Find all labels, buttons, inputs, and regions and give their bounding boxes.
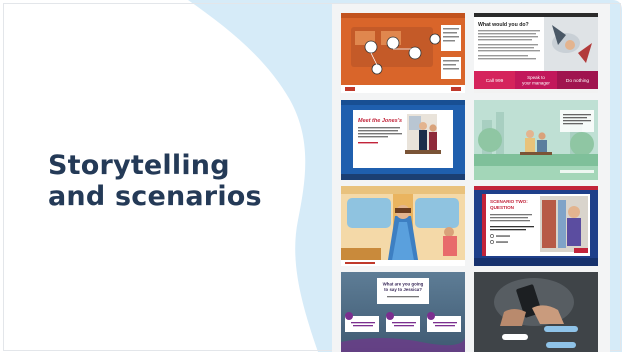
t6-heading-2: QUESTION (490, 205, 515, 210)
thumbnail-train-scene[interactable] (341, 186, 465, 266)
title-line-2: and scenarios (48, 181, 262, 212)
office-scene-illustration (341, 13, 465, 93)
thumbnail-office-scene[interactable] (341, 13, 465, 93)
thumbnail-what-would-you-do[interactable]: What would you do? Call 999 Speak to you… (474, 13, 598, 93)
t7-heading-1: What are you going (383, 282, 424, 287)
scenario-question-illustration: SCENARIO TWO: QUESTION (474, 186, 598, 266)
t2-option-call: Call 999 (486, 78, 504, 84)
t2-option-nothing: Do nothing (566, 78, 590, 84)
thumbnail-phone-chat[interactable] (474, 272, 598, 352)
train-scene-illustration (341, 186, 465, 266)
t3-heading: Meet the Jones's (358, 118, 402, 124)
phone-chat-illustration (474, 272, 598, 352)
thumbnail-meet-the-joneses[interactable]: Meet the Jones's (341, 100, 465, 180)
t2-heading: What would you do? (478, 22, 529, 28)
park-scene-illustration (474, 100, 598, 180)
meet-joneses-illustration: Meet the Jones's (341, 100, 465, 180)
say-to-jessica-illustration: What are you going to say to Jessica? (341, 272, 465, 352)
thumbnail-say-to-jessica[interactable]: What are you going to say to Jessica? (341, 272, 465, 352)
t2-option-speak-1: Speak to (527, 75, 545, 80)
decision-slide-illustration: What would you do? Call 999 Speak to you… (474, 13, 598, 93)
slide-title: Storytelling and scenarios (48, 150, 262, 212)
t7-heading-2: to say to Jessica? (384, 287, 422, 292)
slide: Storytelling and scenarios What would yo… (0, 0, 626, 356)
thumbnail-park-scene[interactable] (474, 100, 598, 180)
title-line-1: Storytelling (48, 150, 230, 181)
thumbnail-scenario-question[interactable]: SCENARIO TWO: QUESTION (474, 186, 598, 266)
t2-option-speak-2: your manager (522, 81, 550, 86)
t6-heading-1: SCENARIO TWO: (490, 199, 528, 204)
